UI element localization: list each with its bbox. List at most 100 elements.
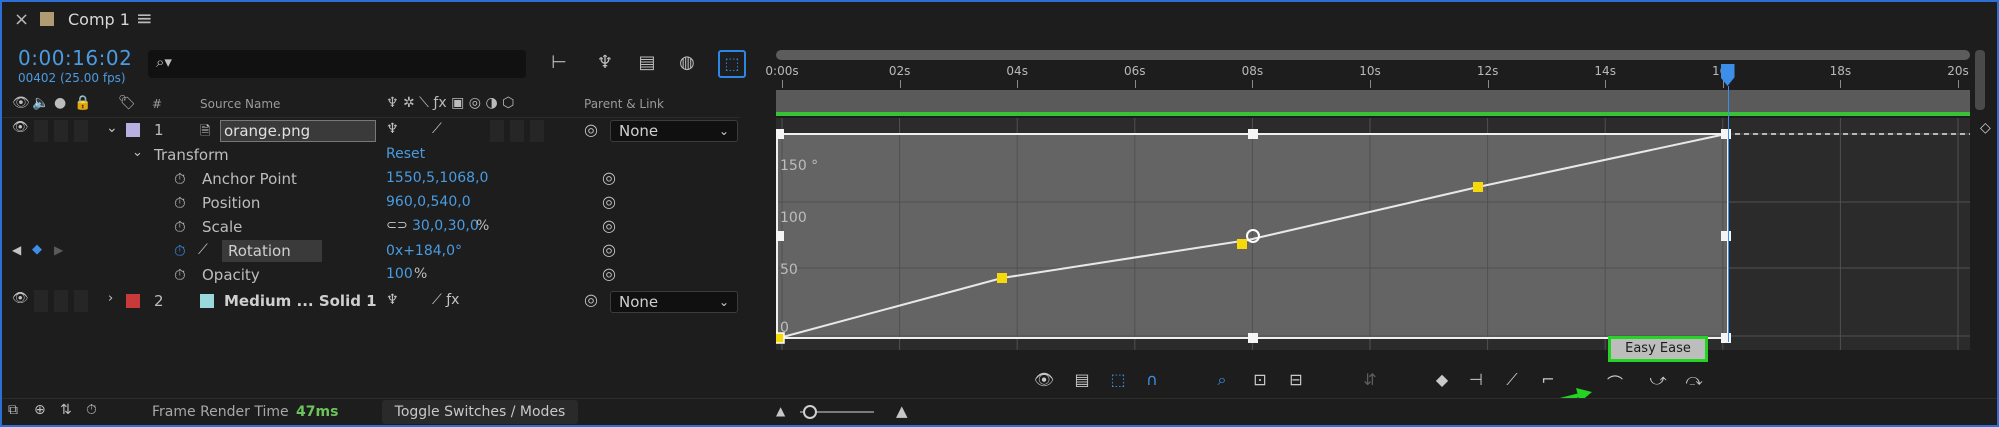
layer-switches-icon[interactable]: ⊕: [34, 402, 46, 418]
current-time[interactable]: 0:00:16:02: [18, 46, 132, 70]
anchor-point-value[interactable]: 1550,5,1068,0: [386, 170, 488, 186]
layer-2-name[interactable]: Medium ... Solid 1: [224, 292, 377, 310]
opacity-value[interactable]: 100: [386, 266, 413, 282]
layer-2-quality-icon[interactable]: ⟋ ƒx: [432, 292, 459, 308]
layer-2-expand-chevron-icon[interactable]: ›: [108, 291, 113, 306]
visibility-icon[interactable]: 👁: [12, 95, 30, 111]
layer-1-shy-icon[interactable]: ♆: [386, 121, 399, 137]
easy-ease-tooltip: Easy Ease: [1608, 336, 1708, 362]
position-pickwhip-icon[interactable]: ◎: [602, 192, 616, 211]
edit-keyframe-icon[interactable]: ◆: [1428, 368, 1456, 392]
layer-1-visibility-icon[interactable]: 👁: [12, 120, 29, 135]
scale-stopwatch-icon[interactable]: ⏱: [174, 218, 186, 236]
frame-blending-icon[interactable]: ▤: [634, 52, 660, 76]
audio-icon[interactable]: 🔈: [32, 95, 49, 111]
zoom-out-icon[interactable]: ▲: [776, 404, 785, 418]
anchor-point-label: Anchor Point: [202, 170, 297, 188]
time-navigator[interactable]: [776, 50, 1970, 60]
transform-expand-chevron-icon[interactable]: ⌄: [132, 145, 143, 160]
layer-2-audio-cell[interactable]: [34, 290, 48, 312]
easy-ease-button-icon[interactable]: ⌒: [1601, 372, 1629, 394]
easy-ease-out-icon[interactable]: ⤼: [1680, 368, 1708, 392]
show-transform-box-icon[interactable]: ⬚: [1104, 368, 1132, 392]
rotation-label[interactable]: Rotation: [222, 240, 322, 262]
layer-1-expand-chevron-icon[interactable]: ⌄: [106, 120, 118, 136]
fit-selection-icon[interactable]: ⊡: [1246, 368, 1274, 392]
position-value[interactable]: 960,0,540,0: [386, 194, 471, 210]
layer-2-number: 2: [154, 292, 164, 310]
layer-2-shy-icon[interactable]: ♆: [386, 292, 399, 308]
auto-zoom-graph-icon[interactable]: ⌕: [1208, 368, 1236, 392]
layer-2-pickwhip-icon[interactable]: ◎: [584, 290, 598, 309]
value-graph[interactable]: 150 °100500: [776, 118, 1970, 350]
layer-2-lock-cell[interactable]: [74, 290, 88, 312]
anchor-point-stopwatch-icon[interactable]: ⏱: [174, 170, 186, 188]
close-tab-icon[interactable]: ×: [14, 9, 29, 30]
graph-editor-toggle-icon[interactable]: ⬚: [718, 50, 746, 78]
next-keyframe-icon[interactable]: ▶: [54, 243, 63, 257]
work-area-bar[interactable]: [776, 90, 1970, 112]
layer-1-switch-cell[interactable]: [510, 120, 524, 142]
rotation-stopwatch-icon[interactable]: ⏱: [174, 242, 186, 260]
layer-1-lock-cell[interactable]: [74, 120, 88, 142]
zoom-in-icon[interactable]: ▲: [896, 402, 908, 420]
search-input[interactable]: [148, 50, 526, 78]
layer-1-label-color[interactable]: [126, 123, 140, 137]
time-navigator-end-handle[interactable]: [1975, 50, 1985, 110]
opacity-stopwatch-icon[interactable]: ⏱: [174, 266, 186, 284]
transform-reset-link[interactable]: Reset: [386, 146, 425, 162]
layer-2-label-color[interactable]: [126, 294, 140, 308]
layer-1-audio-cell[interactable]: [34, 120, 48, 142]
constrain-proportions-link-icon[interactable]: ⊂⊃: [386, 218, 408, 233]
layer-2-parent-select[interactable]: None ⌄: [610, 291, 738, 313]
composition-button-icon[interactable]: ⧉: [8, 402, 18, 418]
graph-type-options-icon[interactable]: ▤: [1068, 368, 1096, 392]
panel-menu-icon[interactable]: ≡: [136, 6, 153, 30]
tab-title[interactable]: Comp 1: [68, 10, 130, 29]
time-stretch-icon[interactable]: ⏱: [86, 402, 97, 418]
position-stopwatch-icon[interactable]: ⏱: [174, 194, 186, 212]
scale-value[interactable]: 30,0,30,0: [412, 218, 479, 234]
fit-all-graphs-icon[interactable]: ⊟: [1282, 368, 1310, 392]
column-source-name[interactable]: Source Name: [200, 97, 280, 111]
time-tick-label: 08s: [1241, 64, 1264, 78]
layer-1-switch-cell[interactable]: [530, 120, 544, 142]
scale-pickwhip-icon[interactable]: ◎: [602, 216, 616, 235]
layer-2-solo-cell[interactable]: [54, 290, 68, 312]
snap-icon[interactable]: ∩: [1138, 368, 1166, 392]
easy-ease-in-icon[interactable]: ⤻: [1644, 368, 1672, 392]
graph-toggle-icon[interactable]: ⟋: [198, 242, 208, 258]
layer-1-number: 1: [154, 121, 164, 139]
layer-1-solo-cell[interactable]: [54, 120, 68, 142]
layer-1-parent-select[interactable]: None ⌄: [610, 120, 738, 142]
layer-2-visibility-icon[interactable]: 👁: [12, 291, 29, 306]
rotation-pickwhip-icon[interactable]: ◎: [602, 240, 616, 259]
y-axis-label: 50: [780, 262, 798, 278]
solo-icon[interactable]: ●: [54, 95, 66, 111]
layer-1-name[interactable]: orange.png: [220, 120, 376, 142]
layer-1-quality-icon[interactable]: ⟋: [432, 121, 442, 137]
label-icon[interactable]: 🏷: [118, 95, 136, 111]
transform-handle: [1248, 129, 1258, 139]
draft-3d-icon[interactable]: ♆: [592, 52, 618, 76]
toggle-switches-modes-button[interactable]: Toggle Switches / Modes: [382, 400, 578, 424]
show-properties-eye-icon[interactable]: 👁: [1030, 368, 1058, 392]
rotation-value[interactable]: 0x+184,0°: [386, 243, 462, 259]
y-axis-label: 150 °: [780, 158, 818, 174]
motion-blur-icon[interactable]: ◍: [674, 52, 700, 76]
composition-mini-flowchart-icon[interactable]: ⊢: [546, 52, 572, 76]
keyframe-diamond-icon[interactable]: ◆: [32, 242, 42, 257]
opacity-pickwhip-icon[interactable]: ◎: [602, 264, 616, 283]
separate-dimensions-icon[interactable]: ⇵: [1356, 368, 1384, 392]
column-parent-link[interactable]: Parent & Link: [584, 97, 664, 111]
scale-label: Scale: [202, 218, 243, 236]
transfer-controls-icon[interactable]: ⇅: [60, 402, 72, 418]
layer-1-switch-cell[interactable]: [490, 120, 504, 142]
zoom-slider-knob[interactable]: [803, 405, 817, 419]
transform-handle: [776, 231, 784, 241]
lock-icon[interactable]: 🔒: [74, 95, 91, 111]
anchor-point-pickwhip-icon[interactable]: ◎: [602, 168, 616, 187]
layer-1-pickwhip-icon[interactable]: ◎: [584, 120, 598, 139]
graph-end-icon: ◇: [1980, 120, 1991, 136]
prev-keyframe-icon[interactable]: ◀: [12, 243, 21, 257]
